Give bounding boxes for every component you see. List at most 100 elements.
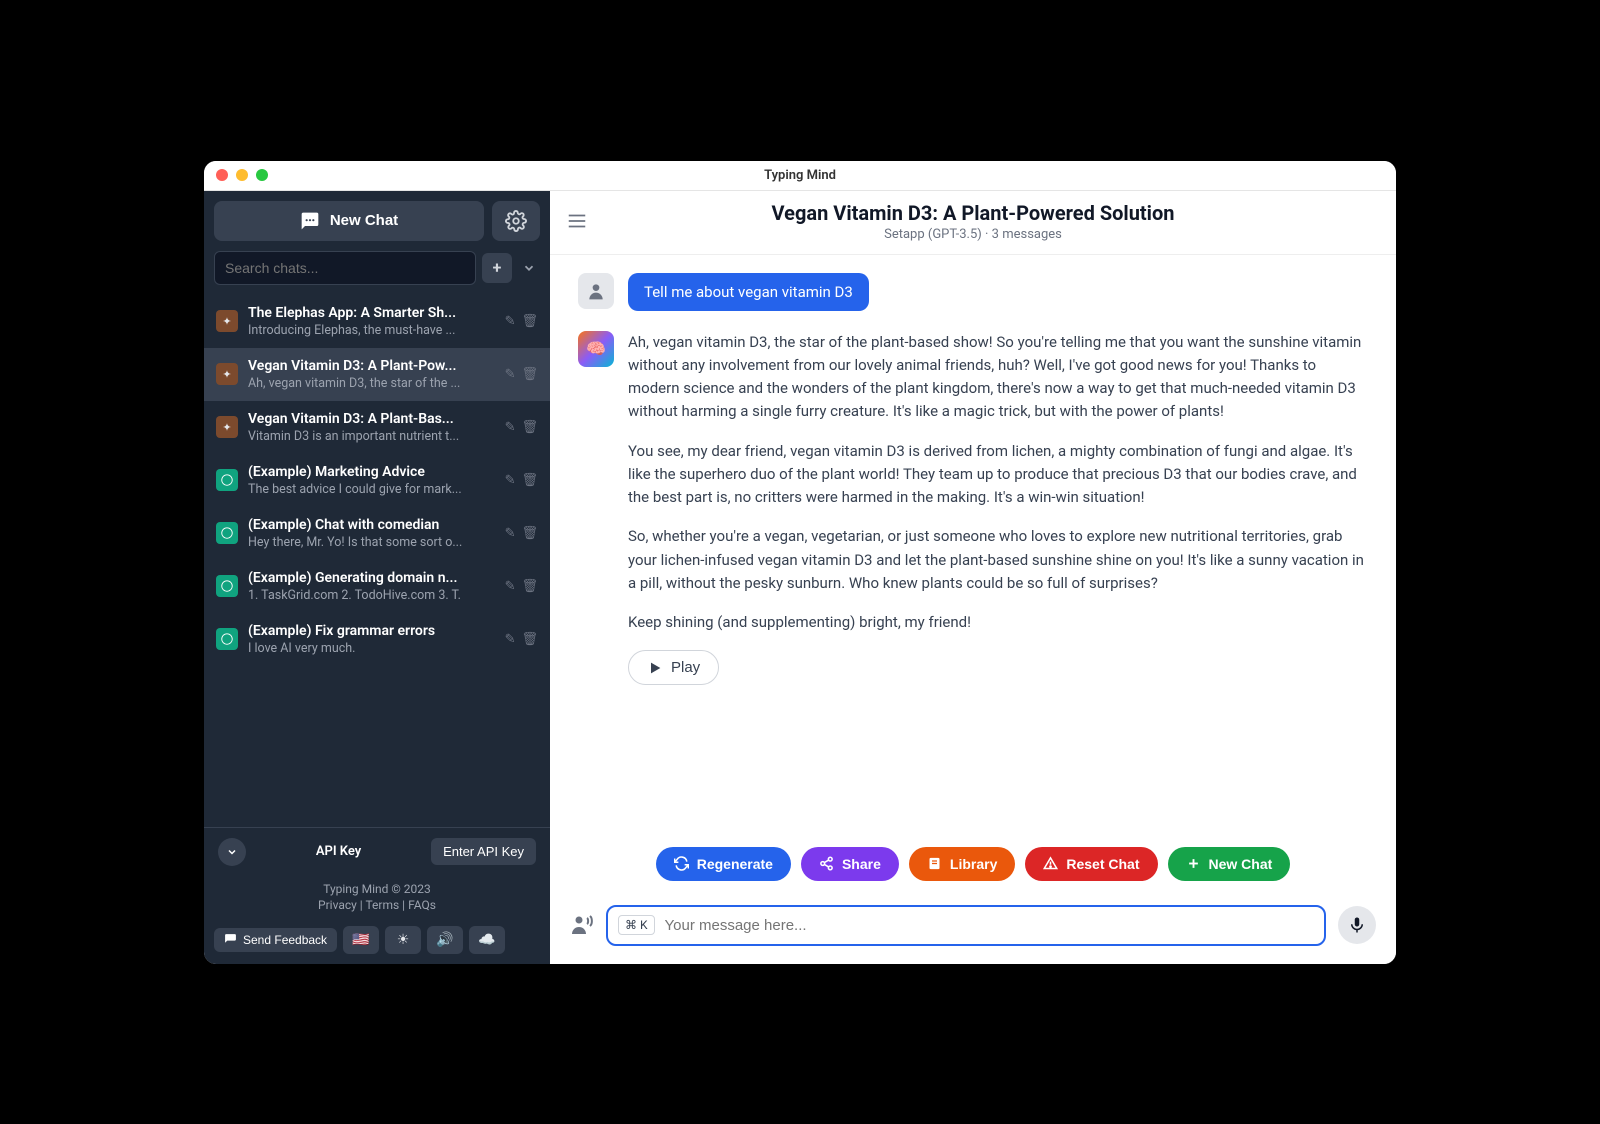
close-window-button[interactable] [216, 169, 228, 181]
chat-agent-icon [216, 469, 238, 491]
sound-toggle-button[interactable]: 🔊 [427, 926, 463, 954]
chat-list-item[interactable]: ✦ Vegan Vitamin D3: A Plant-Pow... Ah, v… [204, 348, 550, 401]
chat-item-actions: ✎ 🗑 [505, 367, 538, 382]
chat-item-title: (Example) Generating domain n... [248, 570, 495, 586]
edit-icon[interactable]: ✎ [505, 579, 516, 594]
edit-icon[interactable]: ✎ [505, 367, 516, 382]
action-row: Regenerate Share Library [550, 843, 1396, 895]
api-key-label: API Key [316, 844, 361, 859]
voice-input-button[interactable] [570, 913, 594, 937]
chat-item-preview: I love AI very much. [248, 641, 495, 656]
language-button[interactable]: 🇺🇸 [343, 926, 379, 954]
collapse-sidebar-button[interactable] [218, 838, 246, 866]
chat-list-item[interactable]: ✦ The Elephas App: A Smarter Sh... Intro… [204, 295, 550, 348]
chat-title: Vegan Vitamin D3: A Plant-Powered Soluti… [566, 201, 1380, 225]
new-chat-action-button[interactable]: New Chat [1168, 847, 1291, 881]
trash-icon[interactable]: 🗑 [521, 579, 538, 594]
footer-copyright: Typing Mind © 2023 [204, 876, 550, 898]
search-input[interactable] [214, 251, 476, 285]
cloud-sync-button[interactable]: ☁️ [469, 926, 505, 954]
theme-toggle-button[interactable]: ☀ [385, 926, 421, 954]
api-key-row: API Key Enter API Key [204, 828, 550, 876]
copyright-text: Typing Mind © 2023 [323, 882, 431, 896]
faqs-link[interactable]: FAQs [408, 898, 436, 912]
keyboard-shortcut: ⌘ K [618, 915, 655, 935]
search-row: + [204, 251, 550, 295]
main-header: Vegan Vitamin D3: A Plant-Powered Soluti… [550, 191, 1396, 255]
reset-label: Reset Chat [1066, 856, 1139, 872]
chat-subtitle: Setapp (GPT-3.5) · 3 messages [566, 227, 1380, 242]
message-input[interactable] [665, 913, 1314, 938]
trash-icon[interactable]: 🗑 [521, 367, 538, 382]
toggle-sidebar-button[interactable] [566, 210, 588, 232]
send-feedback-button[interactable]: Send Feedback [214, 928, 337, 952]
chat-item-actions: ✎ 🗑 [505, 526, 538, 541]
gear-icon [505, 210, 527, 232]
chat-list-item[interactable]: (Example) Generating domain n... 1. Task… [204, 560, 550, 613]
chat-item-preview: The best advice I could give for mark... [248, 482, 495, 497]
book-icon [927, 856, 942, 871]
warning-icon [1043, 856, 1058, 871]
edit-icon[interactable]: ✎ [505, 314, 516, 329]
chat-text: (Example) Chat with comedian Hey there, … [248, 517, 495, 550]
expand-folders-button[interactable] [518, 253, 540, 283]
library-button[interactable]: Library [909, 847, 1015, 881]
message-list: Tell me about vegan vitamin D3 🧠 Ah, veg… [550, 255, 1396, 843]
chat-text: Vegan Vitamin D3: A Plant-Bas... Vitamin… [248, 411, 495, 444]
play-audio-button[interactable]: Play [628, 650, 719, 685]
share-icon [819, 856, 834, 871]
regenerate-button[interactable]: Regenerate [656, 847, 791, 881]
library-label: Library [950, 856, 997, 872]
app-content: New Chat + [204, 191, 1396, 964]
chat-list-item[interactable]: (Example) Fix grammar errors I love AI v… [204, 613, 550, 666]
trash-icon[interactable]: 🗑 [521, 526, 538, 541]
add-folder-button[interactable]: + [482, 253, 512, 283]
chat-list-item[interactable]: (Example) Marketing Advice The best advi… [204, 454, 550, 507]
trash-icon[interactable]: 🗑 [521, 314, 538, 329]
share-button[interactable]: Share [801, 847, 899, 881]
user-message: Tell me about vegan vitamin D3 [628, 273, 869, 311]
chat-list-item[interactable]: ✦ Vegan Vitamin D3: A Plant-Bas... Vitam… [204, 401, 550, 454]
header-center: Vegan Vitamin D3: A Plant-Powered Soluti… [566, 201, 1380, 242]
chat-item-actions: ✎ 🗑 [505, 632, 538, 647]
feedback-label: Send Feedback [243, 933, 327, 947]
app-window: Typing Mind New Chat [204, 161, 1396, 964]
footer-icon-row: Send Feedback 🇺🇸 ☀ 🔊 ☁️ [204, 920, 550, 964]
reset-chat-button[interactable]: Reset Chat [1025, 847, 1157, 881]
privacy-link[interactable]: Privacy [318, 898, 357, 912]
chat-item-title: (Example) Chat with comedian [248, 517, 495, 533]
chat-agent-icon: ✦ [216, 363, 238, 385]
zoom-window-button[interactable] [256, 169, 268, 181]
chat-list: ✦ The Elephas App: A Smarter Sh... Intro… [204, 295, 550, 827]
trash-icon[interactable]: 🗑 [521, 420, 538, 435]
trash-icon[interactable]: 🗑 [521, 473, 538, 488]
plus-icon [1186, 856, 1201, 871]
chat-agent-icon [216, 628, 238, 650]
enter-api-key-button[interactable]: Enter API Key [431, 838, 536, 865]
edit-icon[interactable]: ✎ [505, 473, 516, 488]
minimize-window-button[interactable] [236, 169, 248, 181]
cloud-icon: ☁️ [478, 932, 495, 948]
chat-list-item[interactable]: (Example) Chat with comedian Hey there, … [204, 507, 550, 560]
microphone-button[interactable] [1338, 906, 1376, 944]
edit-icon[interactable]: ✎ [505, 526, 516, 541]
settings-button[interactable] [492, 201, 540, 241]
terms-link[interactable]: Terms [365, 898, 399, 912]
main-pane: Vegan Vitamin D3: A Plant-Powered Soluti… [550, 191, 1396, 964]
traffic-lights [216, 169, 268, 181]
hamburger-icon [566, 210, 588, 232]
sun-icon: ☀ [397, 932, 410, 948]
speaker-icon: 🔊 [436, 932, 453, 948]
new-chat-button[interactable]: New Chat [214, 201, 484, 241]
chat-item-preview: Hey there, Mr. Yo! Is that some sort o..… [248, 535, 495, 550]
ai-avatar: 🧠 [578, 331, 614, 367]
play-label: Play [671, 659, 700, 676]
chat-item-preview: Ah, vegan vitamin D3, the star of the ..… [248, 376, 495, 391]
chevron-down-icon [226, 846, 238, 858]
trash-icon[interactable]: 🗑 [521, 632, 538, 647]
ai-message: Ah, vegan vitamin D3, the star of the pl… [628, 331, 1368, 686]
chat-text: (Example) Marketing Advice The best advi… [248, 464, 495, 497]
edit-icon[interactable]: ✎ [505, 420, 516, 435]
ai-paragraph: So, whether you're a vegan, vegetarian, … [628, 525, 1368, 595]
edit-icon[interactable]: ✎ [505, 632, 516, 647]
